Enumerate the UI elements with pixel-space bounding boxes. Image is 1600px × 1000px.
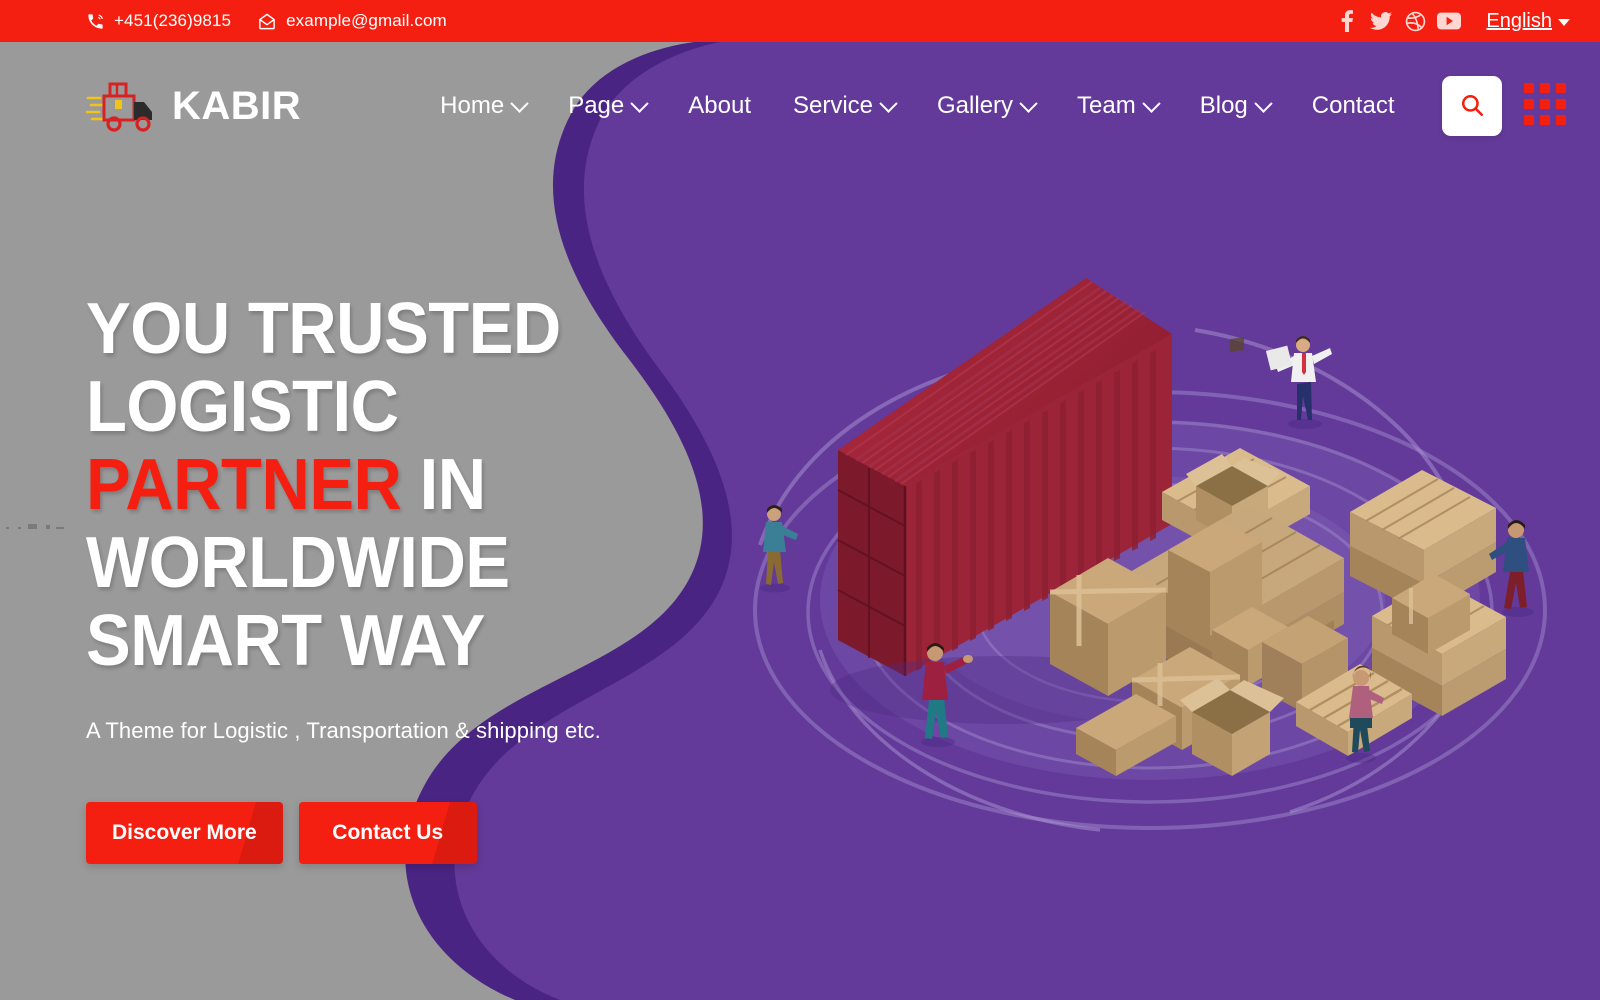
- chevron-down-icon: [1254, 93, 1273, 113]
- hero-title-line3: SMART WAY: [86, 601, 485, 681]
- dribbble-icon[interactable]: [1398, 4, 1432, 38]
- hero-page: +451(236)9815 example@gmail.com English …: [0, 0, 1600, 1000]
- nav-item-page[interactable]: Page: [547, 82, 667, 130]
- grid-dot: [1556, 99, 1566, 109]
- grid-dot: [1556, 83, 1566, 93]
- grid-menu-button[interactable]: [1524, 83, 1570, 129]
- grid-dot: [1556, 115, 1566, 125]
- chevron-down-icon: [879, 93, 898, 113]
- header-tools: [1442, 76, 1570, 136]
- contact-us-label: Contact Us: [332, 821, 444, 844]
- brand-name: KABIR: [172, 84, 302, 128]
- grid-dot: [1540, 115, 1550, 125]
- hero-title: YOU TRUSTED LOGISTIC PARTNER IN WORLDWID…: [86, 290, 849, 680]
- nav-label: Gallery: [937, 92, 1014, 119]
- topbar-contact-group: +451(236)9815 example@gmail.com: [86, 11, 1330, 31]
- caret-down-icon: [1558, 19, 1570, 26]
- phone-volume-icon: [86, 12, 105, 31]
- chevron-down-icon: [1019, 93, 1038, 113]
- top-utility-bar: +451(236)9815 example@gmail.com English: [0, 0, 1600, 42]
- grid-dot: [1540, 99, 1550, 109]
- hero-content: YOU TRUSTED LOGISTIC PARTNER IN WORLDWID…: [86, 290, 906, 864]
- chevron-down-icon: [630, 93, 649, 113]
- language-selector[interactable]: English: [1486, 10, 1570, 33]
- grid-dot: [1524, 115, 1534, 125]
- nav-label: Team: [1077, 92, 1136, 119]
- phone-link[interactable]: +451(236)9815: [86, 11, 231, 31]
- nav-label: Contact: [1311, 92, 1395, 119]
- topbar-social-group: English: [1330, 4, 1570, 38]
- youtube-icon[interactable]: [1432, 4, 1466, 38]
- brand-logo-link[interactable]: KABIR: [86, 78, 301, 134]
- edge-artifact: [6, 524, 64, 529]
- hero-title-accent: PARTNER: [86, 445, 402, 525]
- discover-more-button[interactable]: Discover More: [86, 802, 283, 864]
- nav-label: Home: [440, 92, 505, 119]
- hero-action-buttons: Discover More Contact Us: [86, 802, 906, 864]
- twitter-icon[interactable]: [1364, 4, 1398, 38]
- discover-more-label: Discover More: [112, 821, 257, 844]
- nav-label: About: [688, 92, 751, 119]
- nav-label: Page: [568, 92, 625, 119]
- grid-dot: [1524, 99, 1534, 109]
- nav-item-team[interactable]: Team: [1056, 82, 1179, 130]
- hero-subtitle: A Theme for Logistic , Transportation & …: [86, 718, 601, 743]
- nav-label: Service: [792, 92, 874, 119]
- nav-item-home[interactable]: Home: [419, 82, 547, 130]
- email-link[interactable]: example@gmail.com: [257, 11, 447, 31]
- search-icon: [1459, 92, 1485, 121]
- chevron-down-icon: [1142, 93, 1161, 113]
- nav-item-gallery[interactable]: Gallery: [916, 82, 1056, 130]
- contact-us-button[interactable]: Contact Us: [298, 802, 477, 864]
- facebook-icon[interactable]: [1330, 4, 1364, 38]
- nav-item-service[interactable]: Service: [772, 82, 916, 130]
- nav-item-contact[interactable]: Contact: [1291, 82, 1416, 130]
- envelope-open-icon: [257, 12, 277, 31]
- phone-number: +451(236)9815: [114, 11, 232, 30]
- search-button[interactable]: [1442, 76, 1502, 136]
- language-label: English: [1486, 9, 1552, 32]
- main-header: KABIR Home Page About Service Gallery Te…: [0, 42, 1600, 170]
- grid-dot: [1540, 83, 1550, 93]
- truck-with-box-icon: [86, 82, 152, 132]
- nav-label: Blog: [1199, 92, 1248, 119]
- nav-item-about[interactable]: About: [667, 82, 772, 130]
- email-address: example@gmail.com: [286, 11, 447, 30]
- hero-title-line1: YOU TRUSTED LOGISTIC: [86, 289, 561, 447]
- nav-item-blog[interactable]: Blog: [1179, 82, 1291, 130]
- chevron-down-icon: [510, 93, 529, 113]
- grid-dot: [1524, 83, 1534, 93]
- primary-navigation: Home Page About Service Gallery Team Blo…: [419, 82, 1442, 130]
